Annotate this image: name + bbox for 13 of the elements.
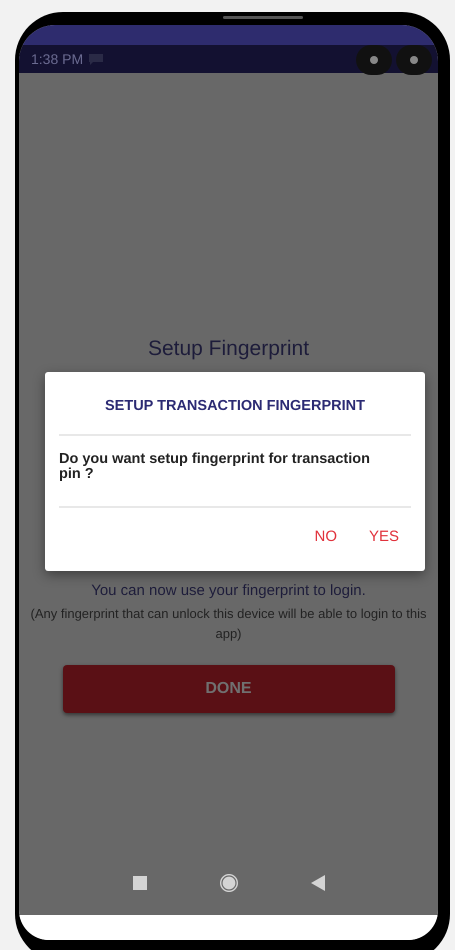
dialog-button[interactable]: NO bbox=[306, 522, 345, 553]
success-message: You can now use your fingerprint to login. bbox=[91, 580, 366, 600]
dialog-title: SETUP TRANSACTION FINGERPRINT bbox=[59, 372, 411, 436]
message-icon bbox=[89, 54, 104, 64]
back-icon[interactable] bbox=[310, 875, 324, 891]
status-time: 1:38 PM bbox=[31, 50, 84, 68]
recent-apps-icon[interactable] bbox=[132, 876, 146, 890]
note-text: (Any fingerprint that can unlock this device will be able to login to this app) bbox=[30, 605, 428, 643]
home-icon[interactable] bbox=[218, 873, 238, 893]
screen-title: Setup Fingerprint bbox=[148, 336, 310, 362]
done-button[interactable]: DONE bbox=[62, 665, 394, 713]
dialog-button[interactable]: YES bbox=[360, 522, 407, 553]
dialog-message: Do you want setup fingerprint for transaction pin ? bbox=[59, 436, 411, 508]
